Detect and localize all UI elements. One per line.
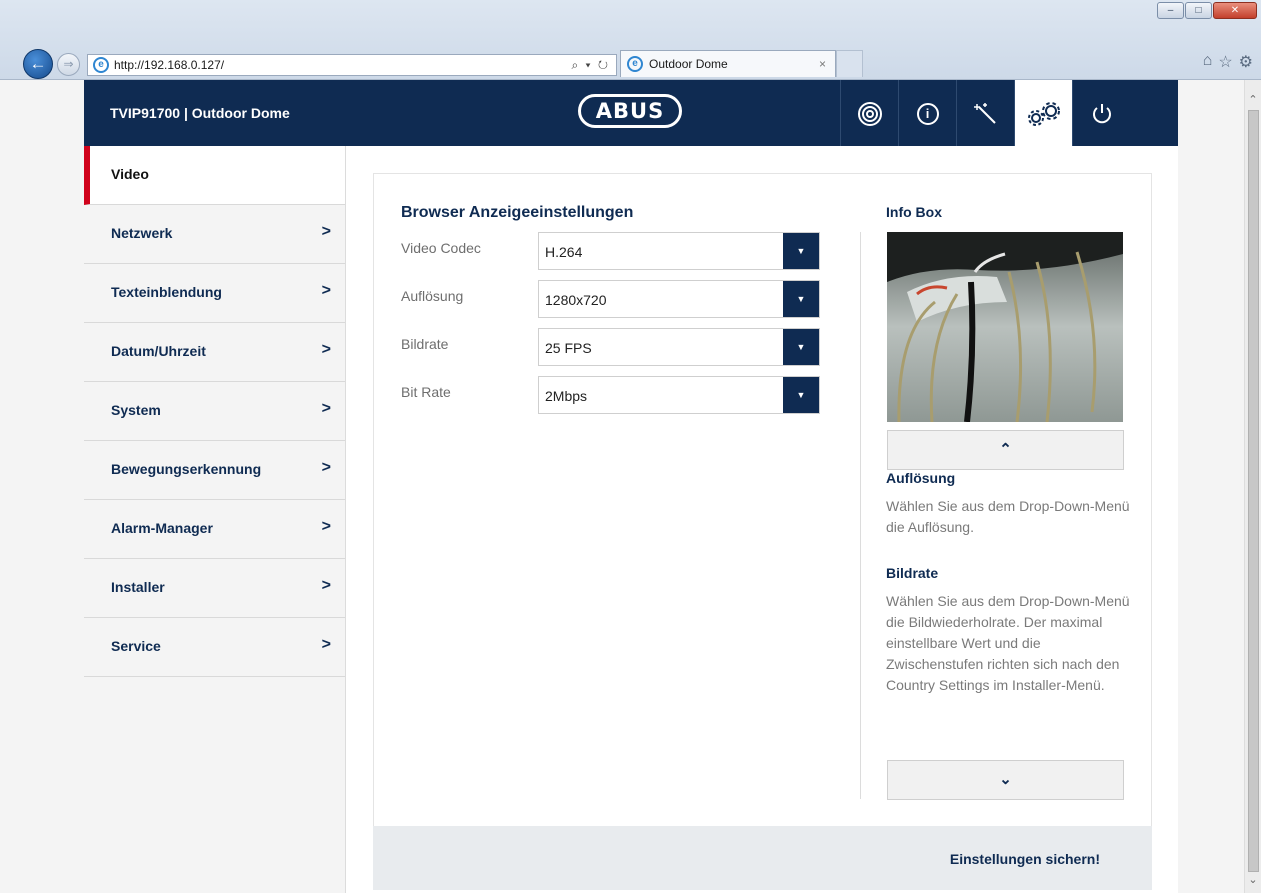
video-codec-select[interactable]: H.264 ▼ [538, 232, 820, 270]
home-icon[interactable]: ⌂ [1203, 52, 1213, 72]
ie-icon: e [627, 56, 643, 72]
sidebar: Video Netzwerk > Texteinblendung > Datum… [84, 146, 346, 893]
select-value: 25 FPS [545, 340, 592, 356]
camera-preview-image [887, 232, 1123, 422]
info-scroll-down-button[interactable]: ⌄ [887, 760, 1124, 800]
select-value: H.264 [545, 244, 583, 260]
save-settings-button[interactable]: Einstellungen sichern! [950, 851, 1100, 867]
search-refresh-icons[interactable]: ⌕ ▾ ↻ [571, 55, 610, 75]
sidebar-item-label: Alarm-Manager [111, 520, 213, 536]
sidebar-item-label: Netzwerk [111, 225, 173, 241]
browser-toolbar-icons: ⌂ ☆ ⚙ [1203, 52, 1253, 72]
info-box-title: Info Box [886, 204, 942, 220]
select-value: 2Mbps [545, 388, 588, 404]
framerate-select[interactable]: 25 FPS ▼ [538, 328, 820, 366]
forward-button[interactable]: ⇒ [57, 53, 80, 76]
dropdown-arrow-icon[interactable]: ▼ [783, 233, 819, 269]
info-scroll-up-button[interactable]: ⌃ [887, 430, 1124, 470]
sidebar-item-installer[interactable]: Installer > [84, 559, 345, 618]
info-box-text: Auflösung Wählen Sie aus dem Drop-Down-M… [886, 470, 1136, 760]
vertical-scrollbar[interactable]: ⌃ ⌄ [1244, 80, 1261, 893]
sidebar-item-label: Installer [111, 579, 165, 595]
info-heading: Bildrate [886, 565, 939, 581]
sidebar-item-bewegungserkennung[interactable]: Bewegungserkennung > [84, 441, 345, 500]
sidebar-item-datum-uhrzeit[interactable]: Datum/Uhrzeit > [84, 323, 345, 382]
sidebar-item-label: Datum/Uhrzeit [111, 343, 206, 359]
field-label: Auflösung [401, 288, 464, 304]
header-bar: TVIP91700 | Outdoor Dome ABUS i [84, 80, 1178, 146]
sidebar-item-label: Video [111, 166, 149, 182]
browser-viewport: TVIP91700 | Outdoor Dome ABUS i Video Ne… [0, 80, 1261, 893]
address-bar[interactable]: e http://192.168.0.127/ ⌕ ▾ ↻ [87, 54, 617, 76]
abus-logo: ABUS [578, 94, 682, 128]
sidebar-item-texteinblendung[interactable]: Texteinblendung > [84, 264, 345, 323]
chevron-right-icon: > [321, 400, 331, 417]
chevron-up-icon: ⌃ [999, 441, 1012, 458]
close-window-button[interactable]: ✕ [1213, 2, 1257, 19]
sidebar-item-service[interactable]: Service > [84, 618, 345, 677]
chevron-down-icon: ⌄ [999, 771, 1012, 788]
power-icon[interactable] [1072, 80, 1130, 146]
browser-tab[interactable]: e Outdoor Dome × [620, 50, 836, 77]
window-controls: – □ ✕ [1157, 2, 1257, 19]
camera-web-ui: TVIP91700 | Outdoor Dome ABUS i Video Ne… [84, 80, 1178, 893]
star-icon[interactable]: ☆ [1218, 52, 1232, 72]
chevron-right-icon: > [321, 636, 331, 653]
device-title: TVIP91700 | Outdoor Dome [110, 105, 290, 121]
dropdown-arrow-icon[interactable]: ▼ [783, 329, 819, 365]
dropdown-arrow-icon[interactable]: ▼ [783, 377, 819, 413]
tab-title: Outdoor Dome [649, 57, 728, 71]
info-heading: Auflösung [886, 470, 956, 486]
sidebar-item-label: Texteinblendung [111, 284, 222, 300]
sidebar-item-label: System [111, 402, 161, 418]
field-label: Bildrate [401, 336, 449, 352]
tab-close-icon[interactable]: × [819, 51, 826, 77]
bitrate-select[interactable]: 2Mbps ▼ [538, 376, 820, 414]
chevron-right-icon: > [321, 459, 331, 476]
maximize-button[interactable]: □ [1185, 2, 1212, 19]
chevron-right-icon: > [321, 282, 331, 299]
url-text: http://192.168.0.127/ [114, 58, 225, 72]
back-button[interactable]: ← [23, 49, 53, 79]
sidebar-item-label: Bewegungserkennung [111, 461, 262, 477]
field-label: Bit Rate [401, 384, 451, 400]
dropdown-arrow-icon[interactable]: ▼ [783, 281, 819, 317]
scroll-up-arrow-icon[interactable]: ⌃ [1245, 92, 1261, 108]
ie-icon: e [93, 57, 109, 73]
chevron-right-icon: > [321, 518, 331, 535]
sidebar-item-netzwerk[interactable]: Netzwerk > [84, 205, 345, 264]
chevron-right-icon: > [321, 577, 331, 594]
save-bar: Einstellungen sichern! [373, 826, 1152, 890]
settings-icon[interactable] [1014, 80, 1072, 146]
info-icon[interactable]: i [898, 80, 956, 146]
sidebar-item-label: Service [111, 638, 161, 654]
gear-icon[interactable]: ⚙ [1239, 52, 1253, 72]
resolution-select[interactable]: 1280x720 ▼ [538, 280, 820, 318]
chevron-right-icon: > [321, 341, 331, 358]
new-tab-button[interactable] [836, 50, 863, 77]
info-paragraph: Wählen Sie aus dem Drop-Down-Menü die Bi… [886, 593, 1130, 693]
field-label: Video Codec [401, 240, 481, 256]
chevron-right-icon: > [321, 223, 331, 240]
sidebar-item-alarm-manager[interactable]: Alarm-Manager > [84, 500, 345, 559]
info-paragraph: Wählen Sie aus dem Drop-Down-Menü die Au… [886, 498, 1130, 535]
settings-panel: Browser Anzeigeeinstellungen Video Codec… [373, 173, 1152, 827]
scroll-down-arrow-icon[interactable]: ⌄ [1245, 872, 1261, 888]
browser-chrome: – □ ✕ ← ⇒ e http://192.168.0.127/ ⌕ ▾ ↻ … [0, 0, 1261, 80]
sidebar-item-system[interactable]: System > [84, 382, 345, 441]
select-value: 1280x720 [545, 292, 607, 308]
wizard-icon[interactable] [956, 80, 1014, 146]
minimize-button[interactable]: – [1157, 2, 1184, 19]
live-view-icon[interactable] [840, 80, 898, 146]
divider [860, 232, 861, 799]
sidebar-item-video[interactable]: Video [84, 146, 345, 205]
page-title: Browser Anzeigeeinstellungen [401, 204, 634, 221]
scrollbar-thumb[interactable] [1248, 110, 1259, 872]
